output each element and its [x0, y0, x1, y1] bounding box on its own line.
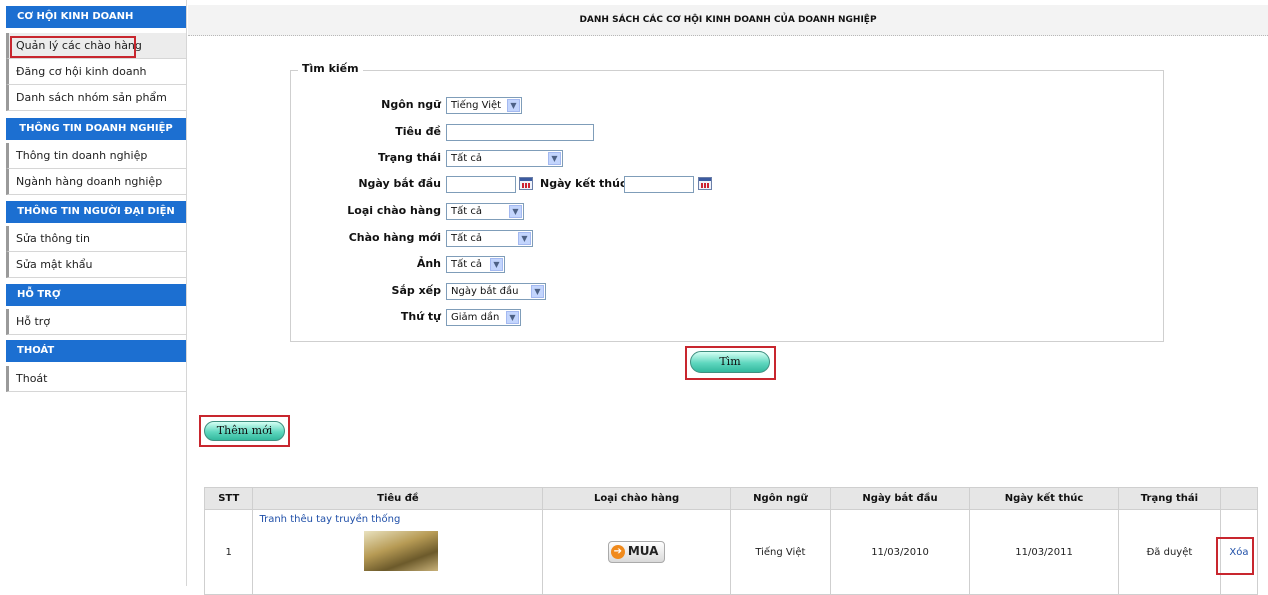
- offer-type-label: Loại chào hàng: [347, 204, 441, 217]
- calendar-icon[interactable]: [519, 177, 533, 190]
- section-logout: THOÁT: [6, 340, 186, 362]
- section-support: HỖ TRỢ: [6, 284, 186, 306]
- title-input[interactable]: [446, 124, 594, 141]
- sidebar-item-company-industry[interactable]: Ngành hàng doanh nghiệp: [6, 169, 186, 195]
- offer-type-select[interactable]: Tất cả ▼: [446, 203, 524, 220]
- status-select[interactable]: Tất cả ▼: [446, 150, 563, 167]
- sidebar-item-product-groups[interactable]: Danh sách nhóm sản phẩm: [6, 85, 186, 111]
- sidebar: CƠ HỘI KINH DOANH Quản lý các chào hàng …: [0, 0, 187, 586]
- chevron-down-icon: ▼: [531, 285, 544, 298]
- column-header-language: Ngôn ngữ: [729, 487, 831, 510]
- order-label: Thứ tự: [400, 310, 441, 323]
- chevron-down-icon: ▼: [507, 99, 520, 112]
- cell-stt: 1: [203, 509, 254, 595]
- cell-language: Tiếng Việt: [729, 509, 831, 595]
- table-header-row: STT Tiêu đề Loại chào hàng Ngôn ngữ Ngày…: [203, 487, 1259, 510]
- calendar-icon[interactable]: [698, 177, 712, 190]
- section-company-info: THÔNG TIN DOANH NGHIỆP: [6, 118, 186, 140]
- start-date-label: Ngày bắt đầu: [358, 177, 441, 190]
- column-header-action: [1219, 487, 1259, 510]
- page-title: DANH SÁCH CÁC CƠ HỘI KINH DOANH CỦA DOAN…: [188, 5, 1268, 36]
- delete-link[interactable]: Xóa: [1229, 547, 1248, 558]
- title-label: Tiêu đề: [395, 125, 441, 138]
- language-label: Ngôn ngữ: [381, 98, 441, 111]
- column-header-start-date: Ngày bắt đầu: [829, 487, 971, 510]
- table-row: 1 Tranh thêu tay truyền thống ➔ MUA Tiếng…: [203, 509, 1259, 595]
- section-representative-info: THÔNG TIN NGƯỜI ĐẠI DIỆN: [6, 201, 186, 223]
- arrow-right-icon: ➔: [610, 544, 625, 559]
- sort-select[interactable]: Ngày bắt đầu ▼: [446, 283, 546, 300]
- column-header-status: Trạng thái: [1117, 487, 1221, 510]
- status-label: Trạng thái: [378, 151, 441, 164]
- end-date-input[interactable]: [624, 176, 694, 193]
- add-new-button[interactable]: Thêm mới: [204, 421, 285, 441]
- search-button[interactable]: Tìm: [690, 351, 770, 373]
- image-label: Ảnh: [416, 257, 441, 270]
- cell-offer-type: ➔ MUA: [542, 509, 731, 595]
- order-select[interactable]: Giảm dần ▼: [446, 309, 521, 326]
- new-offer-select[interactable]: Tất cả ▼: [446, 230, 533, 247]
- column-header-end-date: Ngày kết thúc: [969, 487, 1119, 510]
- start-date-input[interactable]: [446, 176, 516, 193]
- end-date-label: Ngày kết thúc: [540, 177, 627, 190]
- sidebar-item-post-opportunity[interactable]: Đăng cơ hội kinh doanh: [6, 59, 186, 85]
- column-header-stt: STT: [203, 487, 254, 510]
- image-select[interactable]: Tất cả ▼: [446, 256, 505, 273]
- sidebar-item-logout[interactable]: Thoát: [6, 366, 186, 392]
- chevron-down-icon: ▼: [518, 232, 531, 245]
- cell-end-date: 11/03/2011: [969, 509, 1119, 595]
- chevron-down-icon: ▼: [548, 152, 561, 165]
- sidebar-item-change-password[interactable]: Sửa mật khẩu: [6, 252, 186, 278]
- chevron-down-icon: ▼: [509, 205, 522, 218]
- offers-table: STT Tiêu đề Loại chào hàng Ngôn ngữ Ngày…: [203, 487, 1259, 595]
- cell-start-date: 11/03/2010: [829, 509, 971, 595]
- cell-title: Tranh thêu tay truyền thống: [252, 509, 544, 595]
- offer-thumbnail[interactable]: [363, 531, 438, 571]
- chevron-down-icon: ▼: [506, 311, 519, 324]
- column-header-title: Tiêu đề: [252, 487, 544, 510]
- column-header-offer-type: Loại chào hàng: [542, 487, 731, 510]
- section-business-opportunities: CƠ HỘI KINH DOANH: [6, 6, 186, 28]
- sidebar-item-edit-info[interactable]: Sửa thông tin: [6, 226, 186, 252]
- offer-title-link[interactable]: Tranh thêu tay truyền thống: [259, 514, 400, 525]
- sidebar-item-company-info[interactable]: Thông tin doanh nghiệp: [6, 143, 186, 169]
- cell-action: Xóa: [1219, 509, 1259, 595]
- offer-type-badge: ➔ MUA: [607, 541, 666, 563]
- new-offer-label: Chào hàng mới: [348, 231, 441, 244]
- sidebar-item-support[interactable]: Hỗ trợ: [6, 309, 186, 335]
- search-legend: Tìm kiếm: [298, 62, 363, 75]
- sort-label: Sắp xếp: [391, 284, 441, 297]
- cell-status: Đã duyệt: [1117, 509, 1221, 595]
- chevron-down-icon: ▼: [490, 258, 503, 271]
- language-select[interactable]: Tiếng Việt ▼: [446, 97, 522, 114]
- sidebar-item-manage-offers[interactable]: Quản lý các chào hàng: [6, 33, 186, 59]
